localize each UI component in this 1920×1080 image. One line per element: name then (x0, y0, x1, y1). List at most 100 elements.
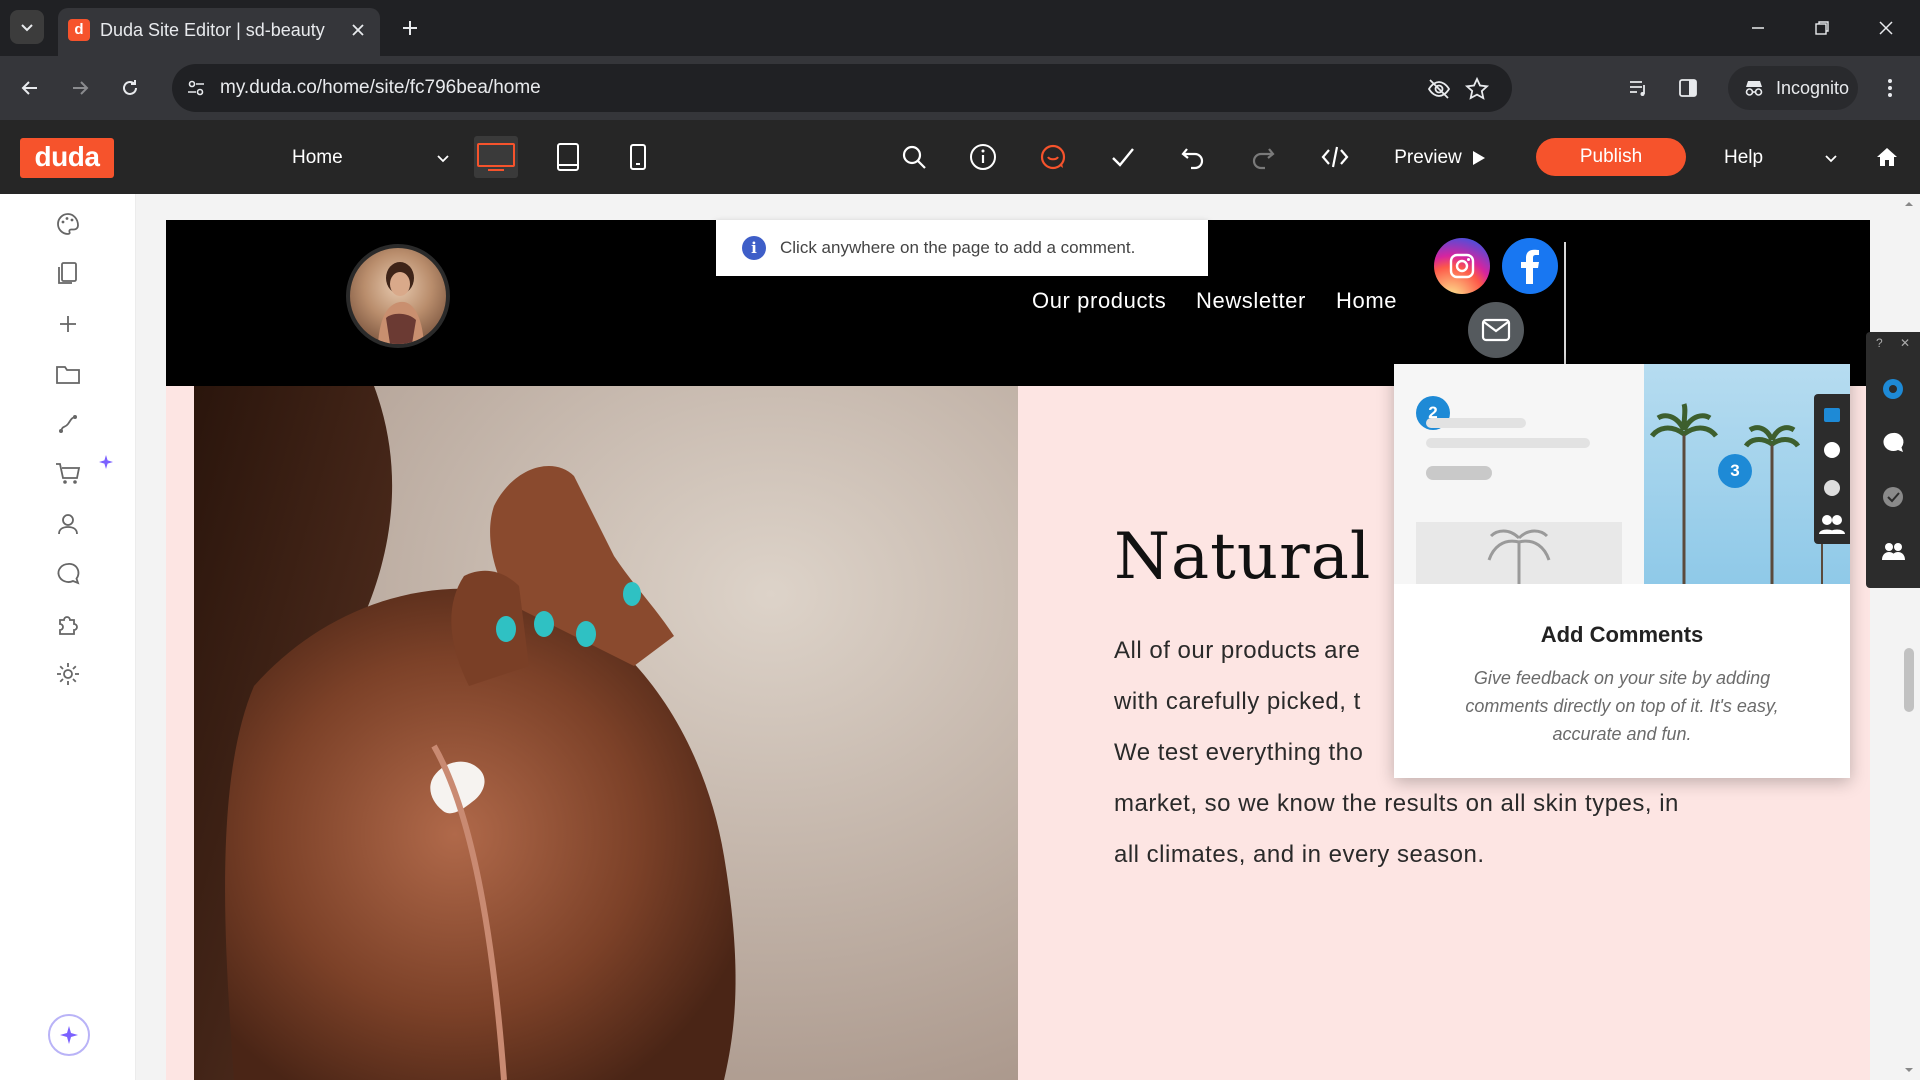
hero-image[interactable] (194, 386, 1018, 1080)
reading-list-button[interactable] (1622, 72, 1654, 104)
duda-logo[interactable]: duda (20, 138, 114, 178)
placeholder-line (1426, 418, 1526, 428)
reload-button[interactable] (114, 72, 146, 104)
scroll-up-arrow-icon[interactable] (1900, 198, 1918, 210)
instagram-icon[interactable] (1434, 238, 1490, 294)
back-button[interactable] (14, 72, 46, 104)
sidebar-item-apps[interactable] (52, 608, 84, 640)
duda-favicon-icon: d (68, 19, 90, 41)
site-info-button[interactable] (964, 138, 1002, 176)
scrollbar-thumb[interactable] (1904, 648, 1914, 712)
cart-icon (56, 463, 81, 484)
minimize-window-button[interactable] (1742, 12, 1774, 44)
bookmark-star-icon[interactable] (1464, 76, 1490, 102)
comments-illustration-right: 3 (1644, 364, 1850, 584)
arrow-left-icon (21, 81, 37, 95)
site-logo-image[interactable] (346, 244, 450, 348)
review-checklist-button[interactable] (1104, 138, 1142, 176)
home-icon (1877, 148, 1897, 166)
minimize-icon (1752, 27, 1764, 29)
comment-icon (1040, 144, 1066, 170)
info-icon: i (742, 236, 766, 260)
email-icon[interactable] (1468, 302, 1524, 358)
site-settings-icon[interactable] (184, 76, 208, 100)
comment-badge: 3 (1718, 454, 1752, 488)
restore-window-button[interactable] (1806, 12, 1838, 44)
sidebar-item-store[interactable] (52, 458, 84, 490)
comment-mode-hint: i Click anywhere on the page to add a co… (716, 220, 1208, 276)
hero-paragraph-line: all climates, and in every season. (1114, 841, 1485, 868)
browser-menu-button[interactable] (1874, 72, 1906, 104)
dashboard-home-button[interactable] (1868, 138, 1906, 176)
plus-icon (403, 21, 417, 35)
incognito-indicator[interactable]: Incognito (1728, 66, 1858, 110)
sidebar-item-settings[interactable] (52, 658, 84, 690)
sidebar-item-add-widget[interactable] (52, 308, 84, 340)
close-tab-button[interactable] (346, 18, 370, 42)
chat-bubble-icon (57, 563, 80, 585)
incognito-icon (1745, 81, 1763, 96)
sidebar-item-pages[interactable] (52, 258, 84, 290)
sidebar-item-membership[interactable] (52, 508, 84, 540)
tablet-icon (557, 143, 579, 171)
side-panel-button[interactable] (1672, 72, 1704, 104)
new-tab-button[interactable] (396, 14, 424, 42)
close-icon (352, 24, 364, 36)
site-nav-our-products[interactable]: Our products (1032, 288, 1166, 314)
help-icon[interactable]: ? (1876, 336, 1883, 354)
desktop-view-button[interactable] (474, 136, 518, 178)
placeholder-button (1426, 466, 1492, 480)
hero-title[interactable]: Natural s (1114, 520, 1427, 594)
site-nav-newsletter[interactable]: Newsletter (1196, 288, 1306, 314)
developer-mode-button[interactable] (1316, 138, 1354, 176)
tablet-view-button[interactable] (546, 136, 590, 178)
redo-button[interactable] (1244, 138, 1282, 176)
undo-icon (1181, 148, 1204, 170)
page-selector-dropdown[interactable]: Home (286, 138, 456, 178)
info-icon (970, 144, 996, 170)
publish-button[interactable]: Publish (1536, 138, 1686, 176)
sidebar-item-design[interactable] (52, 208, 84, 240)
browser-address-bar: my.duda.co/home/site/fc796bea/home Incog… (0, 56, 1920, 120)
url-bar[interactable]: my.duda.co/home/site/fc796bea/home (172, 64, 1512, 112)
ai-sparkle-icon (98, 454, 114, 470)
popover-description: Give feedback on your site by adding com… (1465, 668, 1779, 744)
forward-button[interactable] (64, 72, 96, 104)
user-icon (58, 514, 78, 535)
sidebar-item-comments[interactable] (52, 558, 84, 590)
site-nav-home[interactable]: Home (1336, 288, 1397, 314)
pages-icon (58, 262, 77, 284)
reload-icon (123, 80, 137, 95)
search-button[interactable] (895, 138, 933, 176)
sidebar-item-connect[interactable] (52, 408, 84, 440)
ai-assistant-button[interactable] (48, 1014, 90, 1056)
incognito-label: Incognito (1776, 77, 1850, 98)
preview-button[interactable]: Preview (1380, 138, 1500, 178)
close-window-button[interactable] (1870, 12, 1902, 44)
checkmark-icon (1112, 148, 1134, 167)
placeholder-line (1426, 438, 1590, 448)
play-icon (1472, 151, 1485, 165)
undo-button[interactable] (1174, 138, 1212, 176)
tab-search-button[interactable] (10, 10, 44, 44)
canvas-scrollbar[interactable] (1900, 198, 1918, 1078)
browser-tab-active[interactable]: d Duda Site Editor | sd-beauty (58, 8, 380, 56)
mobile-view-button[interactable] (616, 136, 660, 178)
scroll-down-arrow-icon[interactable] (1900, 1064, 1918, 1076)
help-dropdown[interactable]: Help (1716, 138, 1846, 178)
plus-icon (60, 316, 76, 332)
restore-icon (1815, 21, 1829, 35)
folder-icon (56, 366, 80, 384)
sparkle-icon (60, 1026, 78, 1044)
code-icon (1321, 146, 1349, 168)
add-comments-popover[interactable]: 2 3 Add Comments Give feedback on your s… (1394, 364, 1850, 778)
redo-icon (1252, 148, 1275, 170)
comments-button[interactable] (1034, 138, 1072, 176)
facebook-icon[interactable] (1502, 238, 1558, 294)
header-divider (1564, 242, 1566, 382)
close-icon (1879, 21, 1893, 35)
sidebar-item-content[interactable] (52, 358, 84, 390)
url-text[interactable]: my.duda.co/home/site/fc796bea/home (220, 77, 541, 99)
page-selector-value: Home (292, 147, 343, 168)
eye-off-icon[interactable] (1426, 76, 1452, 102)
